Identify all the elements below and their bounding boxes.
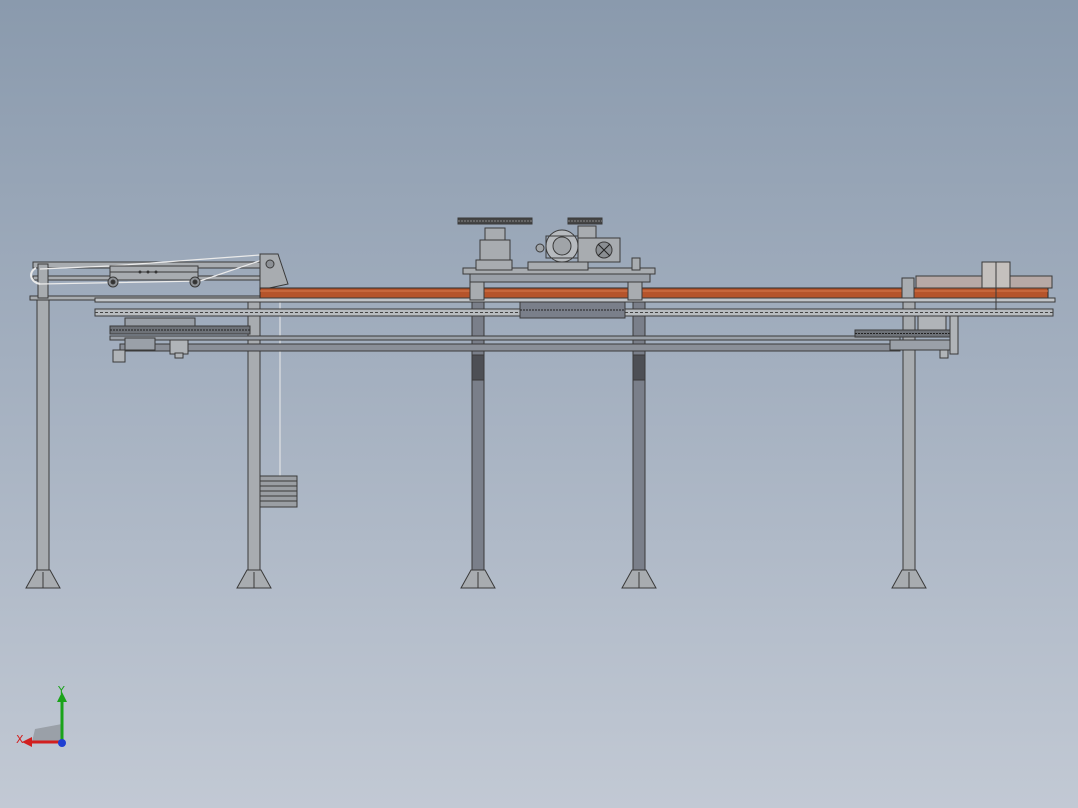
left-gear-column — [457, 217, 533, 271]
tie-rods — [109, 335, 901, 352]
frame-leg-4 — [621, 299, 657, 589]
cad-viewport[interactable]: Y X — [0, 0, 1078, 808]
conveyor-assembly-model[interactable] — [0, 0, 1078, 808]
z-axis-dot — [58, 739, 66, 747]
coordinate-triad: Y X — [16, 684, 67, 747]
y-axis-label: Y — [57, 684, 65, 697]
frame-leg-2 — [236, 297, 272, 589]
drive-end-bracket — [259, 253, 289, 291]
frame-leg-3 — [460, 299, 496, 589]
triad-plane — [32, 724, 62, 742]
counterweight-block — [259, 475, 298, 508]
gear-motor — [527, 217, 621, 271]
x-axis-label: X — [16, 733, 24, 746]
center-gear-rod — [631, 257, 641, 271]
belt-tensioner-carriage — [107, 265, 201, 288]
frame-leg-1 — [25, 297, 61, 589]
